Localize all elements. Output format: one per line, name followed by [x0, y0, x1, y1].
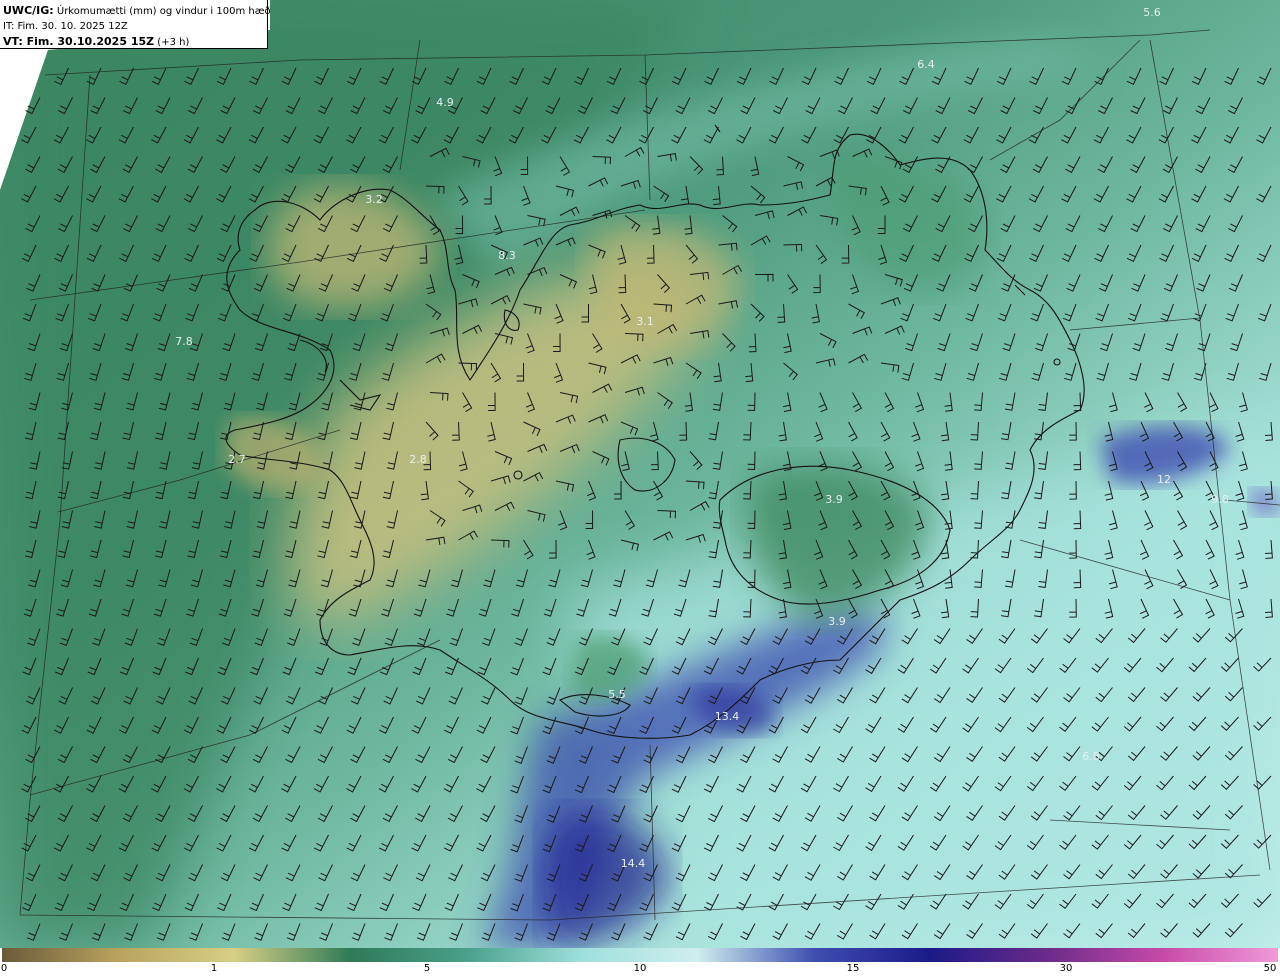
legend-tick: 15: [846, 963, 860, 974]
model-label: UWC/IG:: [3, 4, 54, 17]
max-label: 3.9: [828, 615, 846, 628]
max-label: 14.4: [621, 857, 646, 870]
valid-time: VT: Fim. 30.10.2025 15Z: [3, 35, 155, 48]
colorbar: [2, 948, 1278, 962]
max-label: 6.8: [1082, 750, 1100, 763]
legend-tick: 30: [1059, 963, 1073, 974]
legend-tick: 1: [210, 963, 218, 974]
max-label: 9.8: [1211, 493, 1229, 506]
info-box: UWC/IG: Úrkomumætti (mm) og vindur i 100…: [0, 0, 271, 50]
lead-time: (+3 h): [157, 37, 190, 48]
max-label: 3.2: [365, 193, 383, 206]
max-label: 3.9: [825, 493, 843, 506]
max-label: 2.8: [409, 453, 427, 466]
max-label: 4.9: [436, 96, 454, 109]
init-time: IT: Fim. 30. 10. 2025 12Z: [3, 21, 128, 32]
legend-tick: 50: [1263, 963, 1277, 974]
legend-tick: 0: [0, 963, 8, 974]
valid-time-row: VT: Fim. 30.10.2025 15Z (+3 h): [3, 34, 267, 50]
max-label: 5.6: [1143, 6, 1161, 19]
max-label: 6.4: [917, 58, 935, 71]
max-label: 8.3: [498, 249, 516, 262]
max-label: 5.5: [608, 688, 626, 701]
legend-tick: 5: [423, 963, 431, 974]
max-label: 13.4: [715, 710, 740, 723]
max-label: 12: [1157, 473, 1171, 486]
max-label: 2.7: [228, 453, 246, 466]
precipitation-wind-map: 5.6 6.4 4.9 3.2 8.3 7.8 3.1 2.7 2.8 3.9 …: [0, 0, 1280, 948]
precipitation-field: [0, 0, 1280, 948]
max-label: 3.1: [636, 315, 654, 328]
max-label: 7.8: [175, 335, 193, 348]
legend-tick: 10: [633, 963, 647, 974]
map-title: Úrkomumætti (mm) og vindur i 100m hæð: [56, 6, 271, 17]
title-row: UWC/IG: Úrkomumætti (mm) og vindur i 100…: [3, 3, 271, 19]
color-legend: 0 1 5 10 15 30 50: [0, 948, 1280, 978]
